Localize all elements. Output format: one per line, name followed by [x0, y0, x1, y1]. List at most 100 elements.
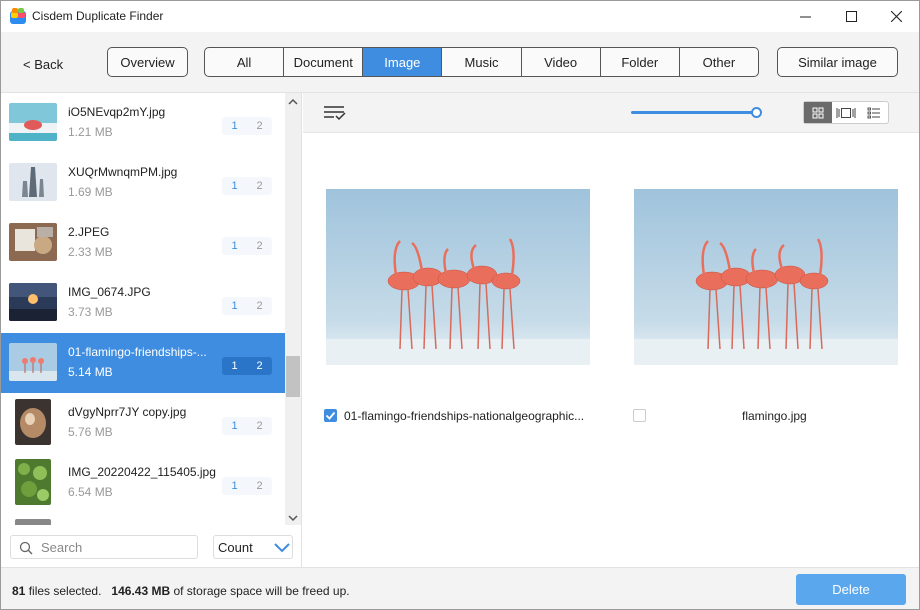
scroll-down-icon[interactable]: [288, 513, 298, 523]
filmstrip-view-button[interactable]: [832, 102, 860, 123]
count-total: 2: [256, 180, 263, 192]
filmstrip-icon: [836, 107, 856, 118]
file-size: 3.73 MB: [68, 305, 113, 319]
search-input[interactable]: [41, 539, 191, 555]
close-window-button[interactable]: [873, 1, 919, 32]
tab-folder[interactable]: Folder: [601, 48, 680, 76]
minimize-button[interactable]: [782, 1, 828, 32]
scroll-up-icon[interactable]: [288, 97, 298, 107]
duplicate-count-badge: 1 2: [222, 117, 272, 135]
thumbnail-image: [15, 519, 51, 525]
overview-button[interactable]: Overview: [107, 47, 188, 77]
list-item[interactable]: [1, 513, 285, 525]
count-total: 2: [256, 420, 263, 432]
file-size: 2.33 MB: [68, 245, 113, 259]
status-bar: 81 files selected. 146.43 MB of storage …: [1, 567, 919, 609]
similar-image-button[interactable]: Similar image: [777, 47, 898, 77]
flamingo-photo: [326, 189, 590, 365]
count-primary: 1: [231, 240, 238, 252]
tab-image[interactable]: Image: [363, 48, 443, 76]
count-total: 2: [256, 120, 263, 132]
file-name: XUQrMwnqmPM.jpg: [68, 165, 178, 179]
file-name: dVgyNprr7JY copy.jpg: [68, 405, 187, 419]
file-name: IMG_20220422_115405.jpg: [68, 465, 216, 479]
duplicate-count-badge: 1 2: [222, 357, 272, 375]
file-name: 01-flamingo-friendships-...: [68, 345, 207, 359]
selection-summary: 81 files selected. 146.43 MB of storage …: [12, 584, 350, 598]
select-list-icon[interactable]: [324, 105, 346, 121]
thumbnail-image: [9, 283, 57, 321]
freed-size: 146.43 MB: [111, 584, 171, 598]
tab-music[interactable]: Music: [442, 48, 522, 76]
file-size: 1.21 MB: [68, 125, 113, 139]
file-size: 5.76 MB: [68, 425, 113, 439]
freed-size-text: of storage space will be freed up.: [173, 584, 350, 598]
thumbnail-image: [15, 459, 51, 505]
selected-count-text: files selected.: [28, 584, 102, 598]
list-item-selected[interactable]: 01-flamingo-friendships-... 5.14 MB 1 2: [1, 333, 285, 393]
duplicate-count-badge: 1 2: [222, 237, 272, 255]
file-name: iO5NEvqp2mY.jpg: [68, 105, 166, 119]
count-total: 2: [256, 360, 263, 372]
list-item[interactable]: iO5NEvqp2mY.jpg 1.21 MB 1 2: [1, 93, 285, 153]
selected-count: 81: [12, 584, 26, 598]
file-name: 2.JPEG: [68, 225, 110, 239]
back-button[interactable]: < Back: [23, 54, 63, 74]
duplicate-count-badge: 1 2: [222, 417, 272, 435]
count-primary: 1: [231, 480, 238, 492]
sort-label: Count: [218, 540, 253, 555]
list-view-button[interactable]: [860, 102, 888, 123]
count-total: 2: [256, 300, 263, 312]
thumbnail-image: [9, 103, 57, 141]
count-primary: 1: [231, 360, 238, 372]
file-name: IMG_0674.JPG: [68, 285, 151, 299]
title-bar: Cisdem Duplicate Finder: [1, 1, 919, 32]
preview-toolbar: [303, 93, 919, 133]
list-item[interactable]: 2.JPEG 2.33 MB 1 2: [1, 213, 285, 273]
tab-other[interactable]: Other: [680, 48, 758, 76]
duplicate-count-badge: 1 2: [222, 177, 272, 195]
tab-video[interactable]: Video: [522, 48, 601, 76]
file-list-pane: iO5NEvqp2mY.jpg 1.21 MB 1 2 XUQrMwnqmPM.…: [1, 93, 302, 567]
main-toolbar: < Back Overview All Document Image Music…: [1, 32, 919, 93]
list-item[interactable]: dVgyNprr7JY copy.jpg 5.76 MB 1 2: [1, 393, 285, 453]
list-scrollbar[interactable]: [285, 93, 301, 525]
minimize-icon: [799, 16, 811, 18]
file-checkbox-1[interactable]: [324, 409, 337, 422]
thumbnail-image: [9, 163, 57, 201]
list-item[interactable]: IMG_0674.JPG 3.73 MB 1 2: [1, 273, 285, 333]
preview-pane: 01-flamingo-friendships-nationalgeograph…: [303, 93, 919, 567]
scrollbar-thumb[interactable]: [286, 356, 300, 397]
search-box: [10, 535, 198, 559]
count-primary: 1: [231, 300, 238, 312]
app-logo-icon: [10, 8, 26, 24]
file-label-2: flamingo.jpg: [742, 409, 807, 423]
flamingo-photo: [634, 189, 898, 365]
list-item[interactable]: IMG_20220422_115405.jpg 6.54 MB 1 2: [1, 453, 285, 513]
zoom-slider-handle[interactable]: [751, 107, 762, 118]
search-icon: [19, 541, 33, 555]
grid-view-button[interactable]: [804, 102, 832, 123]
count-primary: 1: [231, 420, 238, 432]
chevron-down-icon: [274, 543, 290, 553]
window-title: Cisdem Duplicate Finder: [32, 9, 164, 23]
preview-image-2[interactable]: [634, 189, 898, 365]
tab-document[interactable]: Document: [284, 48, 364, 76]
sort-dropdown[interactable]: Count: [213, 535, 293, 559]
count-primary: 1: [231, 180, 238, 192]
list-item[interactable]: XUQrMwnqmPM.jpg 1.69 MB 1 2: [1, 153, 285, 213]
file-size: 6.54 MB: [68, 485, 113, 499]
zoom-slider-track[interactable]: [631, 111, 757, 114]
maximize-button[interactable]: [828, 1, 874, 32]
file-size: 1.69 MB: [68, 185, 113, 199]
count-primary: 1: [231, 120, 238, 132]
delete-button[interactable]: Delete: [796, 574, 906, 605]
file-checkbox-2[interactable]: [633, 409, 646, 422]
category-tabs: All Document Image Music Video Folder Ot…: [204, 47, 759, 77]
preview-image-1[interactable]: [326, 189, 590, 365]
tab-all[interactable]: All: [205, 48, 285, 76]
duplicate-count-badge: 1 2: [222, 297, 272, 315]
list-icon: [867, 107, 880, 118]
file-list: iO5NEvqp2mY.jpg 1.21 MB 1 2 XUQrMwnqmPM.…: [1, 93, 285, 525]
file-size: 5.14 MB: [68, 365, 113, 379]
